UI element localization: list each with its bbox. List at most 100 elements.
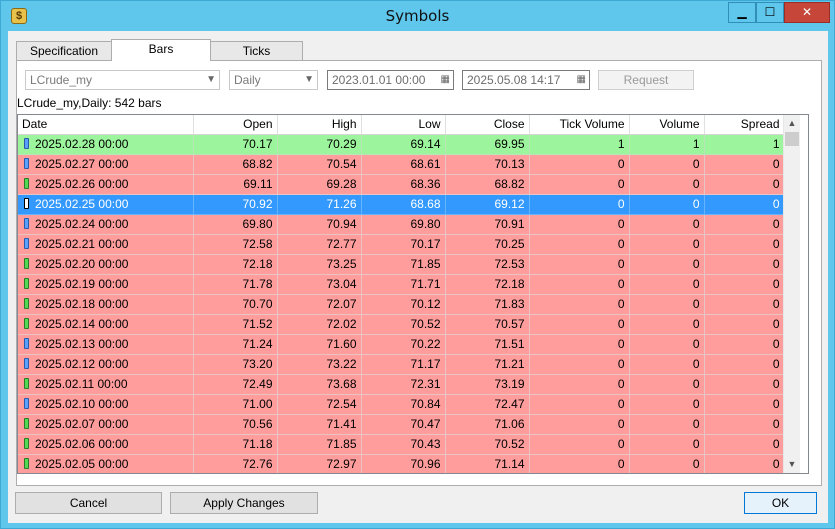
tab-specification[interactable]: Specification [16,41,112,60]
table-row[interactable]: 2025.02.06 00:00 71.18 71.85 70.43 70.52 0 0 0 [18,434,785,455]
candle-icon [24,318,29,329]
table-row[interactable]: 2025.02.14 00:00 71.52 72.02 70.52 70.57 0 0 0 [18,314,785,335]
cell-open: 70.92 [193,194,278,215]
table-row[interactable]: 2025.02.13 00:00 71.24 71.60 70.22 71.51 0 0 0 [18,334,785,355]
cell-volume: 0 [629,414,705,435]
cell-volume: 0 [629,454,705,473]
table-row[interactable]: 2025.02.25 00:00 70.92 71.26 68.68 69.12 0 0 0 [18,194,785,215]
cell-tick-volume: 0 [529,334,630,355]
cell-low: 70.47 [361,414,446,435]
arrow-down-icon[interactable]: ▼ [784,456,800,473]
cell-date: 2025.02.21 00:00 [18,234,194,255]
cell-high: 72.97 [277,454,362,473]
cell-high: 73.25 [277,254,362,275]
cell-high: 71.26 [277,194,362,215]
column-header-high[interactable]: High [277,115,362,135]
cell-volume: 0 [629,194,705,215]
table-row[interactable]: 2025.02.12 00:00 73.20 73.22 71.17 71.21 0 0 0 [18,354,785,375]
arrow-up-icon[interactable]: ▲ [784,115,800,132]
cell-spread: 0 [704,414,785,435]
cell-low: 69.80 [361,214,446,235]
cell-spread: 0 [704,174,785,195]
cell-date-text: 2025.02.06 00:00 [35,437,129,451]
cell-date: 2025.02.05 00:00 [18,454,194,473]
from-date-input[interactable]: 2023.01.01 00:00 ▦ [327,70,454,90]
timeframe-select[interactable]: Daily ▼ [229,70,318,90]
candle-icon [24,238,29,249]
cell-high: 70.54 [277,154,362,175]
table-row[interactable]: 2025.02.27 00:00 68.82 70.54 68.61 70.13 0 0 0 [18,154,785,175]
cell-spread: 0 [704,274,785,295]
cell-date-text: 2025.02.26 00:00 [35,177,129,191]
column-header-low[interactable]: Low [361,115,446,135]
table-row[interactable]: 2025.02.10 00:00 71.00 72.54 70.84 72.47 0 0 0 [18,394,785,415]
cell-date: 2025.02.11 00:00 [18,374,194,395]
symbol-select[interactable]: LCrude_my ▼ [25,70,220,90]
tab-bars[interactable]: Bars [111,39,211,61]
cell-spread: 0 [704,254,785,275]
table-row[interactable]: 2025.02.18 00:00 70.70 72.07 70.12 71.83 0 0 0 [18,294,785,315]
title-bar[interactable]: $ Symbols ▁ ☐ ✕ [1,1,834,31]
scrollbar-thumb[interactable] [785,132,799,146]
cell-spread: 1 [704,134,785,155]
cell-close: 69.12 [445,194,530,215]
request-button[interactable]: Request [598,70,694,90]
cell-open: 71.52 [193,314,278,335]
cell-date: 2025.02.13 00:00 [18,334,194,355]
cell-volume: 0 [629,274,705,295]
column-header-date[interactable]: Date [18,115,194,135]
table-row[interactable]: 2025.02.21 00:00 72.58 72.77 70.17 70.25 0 0 0 [18,234,785,255]
calendar-icon[interactable]: ▦ [577,71,586,89]
ok-button[interactable]: OK [744,492,817,514]
cell-high: 73.04 [277,274,362,295]
cell-low: 69.14 [361,134,446,155]
apply-changes-button[interactable]: Apply Changes [170,492,318,514]
cell-open: 71.78 [193,274,278,295]
cell-close: 71.06 [445,414,530,435]
cell-date: 2025.02.06 00:00 [18,434,194,455]
table-row[interactable]: 2025.02.07 00:00 70.56 71.41 70.47 71.06 0 0 0 [18,414,785,435]
table-row[interactable]: 2025.02.05 00:00 72.76 72.97 70.96 71.14 0 0 0 [18,454,785,473]
cell-date: 2025.02.28 00:00 [18,134,194,155]
to-date-input[interactable]: 2025.05.08 14:17 ▦ [462,70,590,90]
cell-date: 2025.02.10 00:00 [18,394,194,415]
table-row[interactable]: 2025.02.24 00:00 69.80 70.94 69.80 70.91 0 0 0 [18,214,785,235]
cell-open: 72.76 [193,454,278,473]
cell-tick-volume: 0 [529,274,630,295]
cell-volume: 0 [629,354,705,375]
column-header-close[interactable]: Close [445,115,530,135]
cell-high: 70.94 [277,214,362,235]
close-button[interactable]: ✕ [784,2,830,23]
cell-low: 70.96 [361,454,446,473]
cell-spread: 0 [704,214,785,235]
table-row[interactable]: 2025.02.11 00:00 72.49 73.68 72.31 73.19 0 0 0 [18,374,785,395]
calendar-icon[interactable]: ▦ [441,71,450,89]
table-row[interactable]: 2025.02.19 00:00 71.78 73.04 71.71 72.18 0 0 0 [18,274,785,295]
table-row[interactable]: 2025.02.28 00:00 70.17 70.29 69.14 69.95 1 1 1 [18,134,785,155]
table-row[interactable]: 2025.02.26 00:00 69.11 69.28 68.36 68.82 0 0 0 [18,174,785,195]
maximize-button[interactable]: ☐ [756,2,784,23]
candle-icon [24,398,29,409]
cell-close: 71.21 [445,354,530,375]
cell-date-text: 2025.02.13 00:00 [35,337,129,351]
vertical-scrollbar[interactable]: ▲ ▼ [783,115,800,473]
cell-tick-volume: 0 [529,354,630,375]
minimize-button[interactable]: ▁ [728,2,756,23]
bars-table[interactable]: Date Open High Low Close Tick Volume Vol… [17,114,809,474]
table-row[interactable]: 2025.02.20 00:00 72.18 73.25 71.85 72.53 0 0 0 [18,254,785,275]
cell-date: 2025.02.14 00:00 [18,314,194,335]
cell-date: 2025.02.24 00:00 [18,214,194,235]
cell-tick-volume: 0 [529,414,630,435]
candle-icon [24,258,29,269]
cell-open: 71.24 [193,334,278,355]
cell-close: 71.14 [445,454,530,473]
tab-ticks[interactable]: Ticks [210,41,303,60]
candle-icon [24,458,29,469]
symbol-select-value: LCrude_my [30,73,93,87]
cell-date-text: 2025.02.14 00:00 [35,317,129,331]
column-header-volume[interactable]: Volume [629,115,705,135]
column-header-spread[interactable]: Spread [704,115,785,135]
column-header-tick-volume[interactable]: Tick Volume [529,115,630,135]
cancel-button[interactable]: Cancel [15,492,162,514]
column-header-open[interactable]: Open [193,115,278,135]
